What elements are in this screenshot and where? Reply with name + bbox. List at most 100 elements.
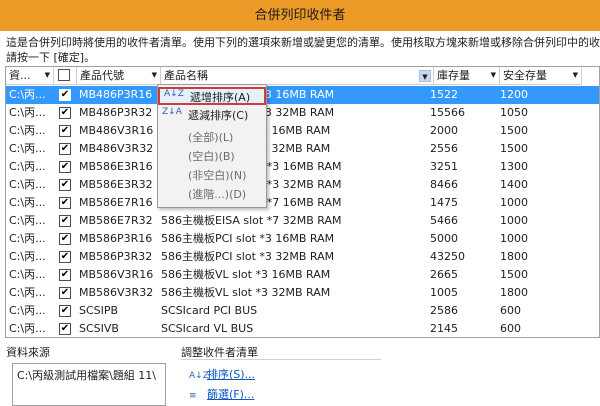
row-safety-cell: 1000 bbox=[500, 196, 528, 209]
table-row[interactable]: C:\丙...✔MB486P3R32486主機板PCI slot *3 32MB… bbox=[6, 104, 599, 122]
table-row[interactable]: C:\丙...✔MB586E3R32586主機板EISA slot *3 32M… bbox=[6, 176, 599, 194]
row-code-cell: SCSIPB bbox=[79, 304, 119, 317]
table-row[interactable]: C:\丙...✔MB586E7R16586主機板EISA slot *7 16M… bbox=[6, 194, 599, 212]
adjust-list-group: 調整收件者清單 A↓Z排序(S)... ≡ 篩選(F)... bbox=[181, 344, 381, 406]
table-row[interactable]: C:\丙... ✔ MB586P3R32 586主機板PCI slot *3 32MB… bbox=[6, 248, 599, 266]
row-code-cell: SCSIVB bbox=[79, 322, 119, 335]
row-checkbox[interactable]: ✔ bbox=[59, 125, 71, 137]
column-header-source-label: 資... bbox=[9, 69, 31, 82]
row-checkbox-cell[interactable]: ✔ bbox=[57, 194, 75, 212]
row-stock-cell: 1005 bbox=[430, 286, 458, 299]
column-header-name[interactable]: 產品名稱 ▼ bbox=[161, 67, 434, 85]
row-source-cell: C:\丙... bbox=[9, 214, 46, 227]
sort-ascending-icon: A↓Z bbox=[164, 89, 184, 99]
row-checkbox-cell[interactable]: ✔ bbox=[57, 104, 75, 122]
chevron-down-icon[interactable]: ▼ bbox=[573, 67, 578, 84]
table-row[interactable]: C:\丙... ✔ SCSIPB SCSIcard PCI BUS 2586 600 bbox=[6, 302, 599, 320]
menu-item-nonblanks[interactable]: (非空白)(N) bbox=[158, 167, 266, 185]
table-row[interactable]: C:\丙... ✔ MB586E7R32 586主機板EISA slot *7 32M… bbox=[6, 212, 599, 230]
chevron-down-icon[interactable]: ▼ bbox=[491, 67, 496, 84]
window-title: 合併列印收件者 bbox=[254, 8, 346, 23]
row-source-cell: C:\丙... bbox=[9, 268, 46, 281]
sort-link[interactable]: A↓Z排序(S)... bbox=[189, 366, 255, 382]
menu-item-sort-descending[interactable]: Z↓A 遞減排序(C) bbox=[158, 107, 266, 125]
column-header-safety-label: 安全存量 bbox=[503, 69, 547, 82]
data-source-item[interactable]: C:\丙級測試用檔案\題組 11\ bbox=[17, 367, 161, 383]
row-source-cell: C:\丙... bbox=[9, 178, 46, 191]
row-safety-cell: 1050 bbox=[500, 106, 528, 119]
row-checkbox[interactable]: ✔ bbox=[59, 161, 71, 173]
row-checkbox[interactable]: ✔ bbox=[59, 89, 71, 101]
table-row[interactable]: C:\丙...✔MB586E3R16586主機板EISA slot *3 16M… bbox=[6, 158, 599, 176]
select-all-checkbox[interactable] bbox=[58, 69, 70, 81]
row-source-cell: C:\丙... bbox=[9, 160, 46, 173]
row-checkbox[interactable]: ✔ bbox=[59, 269, 71, 281]
filter-link[interactable]: ≡ 篩選(F)... bbox=[189, 386, 254, 402]
column-header-checkbox[interactable] bbox=[54, 67, 77, 85]
row-checkbox[interactable]: ✔ bbox=[59, 251, 71, 263]
row-checkbox[interactable]: ✔ bbox=[59, 305, 71, 317]
row-checkbox[interactable]: ✔ bbox=[59, 197, 71, 209]
menu-item-advanced[interactable]: (進階...)(D) bbox=[158, 186, 266, 204]
row-checkbox[interactable]: ✔ bbox=[59, 107, 71, 119]
table-row[interactable]: C:\丙...✔MB486V3R16486主機板VL slot *3 16MB … bbox=[6, 122, 599, 140]
row-checkbox[interactable]: ✔ bbox=[59, 179, 71, 191]
row-checkbox[interactable]: ✔ bbox=[59, 233, 71, 245]
row-checkbox-cell[interactable]: ✔ bbox=[57, 266, 75, 284]
row-checkbox-cell[interactable]: ✔ bbox=[57, 86, 75, 104]
row-code-cell: MB586P3R16 bbox=[79, 232, 153, 245]
row-code-cell: MB586E3R32 bbox=[79, 178, 153, 191]
row-safety-cell: 1800 bbox=[500, 250, 528, 263]
chevron-down-icon[interactable]: ▼ bbox=[45, 67, 50, 84]
row-checkbox[interactable]: ✔ bbox=[59, 143, 71, 155]
row-checkbox-cell[interactable]: ✔ bbox=[57, 302, 75, 320]
row-checkbox-cell[interactable]: ✔ bbox=[57, 176, 75, 194]
row-code-cell: MB486V3R16 bbox=[79, 124, 154, 137]
row-safety-cell: 1400 bbox=[500, 178, 528, 191]
row-code-cell: MB486P3R16 bbox=[79, 88, 153, 101]
data-source-list[interactable]: C:\丙級測試用檔案\題組 11\ bbox=[12, 363, 166, 406]
row-safety-cell: 1800 bbox=[500, 286, 528, 299]
menu-item-sort-ascending[interactable]: A↓Z 遞增排序(A) bbox=[158, 87, 266, 105]
row-checkbox-cell[interactable]: ✔ bbox=[57, 158, 75, 176]
row-checkbox-cell[interactable]: ✔ bbox=[57, 230, 75, 248]
row-checkbox-cell[interactable]: ✔ bbox=[57, 320, 75, 337]
chevron-down-icon[interactable]: ▼ bbox=[419, 70, 431, 82]
row-stock-cell: 3251 bbox=[430, 160, 458, 173]
column-header-stock[interactable]: 庫存量 ▼ bbox=[434, 67, 500, 85]
row-checkbox-cell[interactable]: ✔ bbox=[57, 284, 75, 302]
row-checkbox-cell[interactable]: ✔ bbox=[57, 212, 75, 230]
row-checkbox[interactable]: ✔ bbox=[59, 215, 71, 227]
sort-link-label[interactable]: 排序(S)... bbox=[207, 368, 255, 381]
row-name-cell: SCSIcard VL BUS bbox=[161, 322, 254, 335]
row-name-cell: SCSIcard PCI BUS bbox=[161, 304, 258, 317]
row-checkbox[interactable]: ✔ bbox=[59, 323, 71, 335]
table-row[interactable]: C:\丙... ✔ MB586V3R16 586主機板VL slot *3 16MB … bbox=[6, 266, 599, 284]
row-code-cell: MB586V3R32 bbox=[79, 286, 154, 299]
row-checkbox-cell[interactable]: ✔ bbox=[57, 140, 75, 158]
sort-filter-menu[interactable]: A↓Z 遞增排序(A) Z↓A 遞減排序(C) (全部)(L) (空白)(B) … bbox=[157, 84, 267, 208]
filter-link-label[interactable]: 篩選(F)... bbox=[207, 388, 254, 401]
menu-item-label: (非空白)(N) bbox=[188, 169, 247, 182]
table-row[interactable]: C:\丙... ✔ SCSIVB SCSIcard VL BUS 2145 600 bbox=[6, 320, 599, 337]
column-header-code[interactable]: 產品代號 ▼ bbox=[77, 67, 161, 85]
row-checkbox[interactable]: ✔ bbox=[59, 287, 71, 299]
row-checkbox-cell[interactable]: ✔ bbox=[57, 122, 75, 140]
menu-item-blanks[interactable]: (空白)(B) bbox=[158, 148, 266, 166]
row-safety-cell: 1200 bbox=[500, 88, 528, 101]
table-row[interactable]: C:\丙... ✔ MB586V3R32 586主機板VL slot *3 32MB … bbox=[6, 284, 599, 302]
row-name-cell: 586主機板VL slot *3 16MB RAM bbox=[161, 268, 331, 281]
menu-item-all[interactable]: (全部)(L) bbox=[158, 129, 266, 147]
column-header-safety[interactable]: 安全存量 ▼ bbox=[500, 67, 582, 85]
title-bar: 合併列印收件者 bbox=[0, 0, 600, 31]
column-header-source[interactable]: 資... ▼ bbox=[6, 67, 54, 85]
row-stock-cell: 2556 bbox=[430, 142, 458, 155]
chevron-down-icon[interactable]: ▼ bbox=[152, 67, 157, 84]
row-checkbox-cell[interactable]: ✔ bbox=[57, 248, 75, 266]
table-row[interactable]: C:\丙...✔MB486P3R16486主機板PCI slot *3 16MB… bbox=[6, 86, 599, 104]
menu-item-label: (空白)(B) bbox=[188, 150, 235, 163]
row-stock-cell: 43250 bbox=[430, 250, 465, 263]
table-row[interactable]: C:\丙... ✔ MB586P3R16 586主機板PCI slot *3 16MB… bbox=[6, 230, 599, 248]
table-row[interactable]: C:\丙...✔MB486V3R32486主機板VL slot *3 32MB … bbox=[6, 140, 599, 158]
recipient-grid[interactable]: 資... ▼ 產品代號 ▼ 產品名稱 ▼ 庫存量 ▼ 安全存量 ▼ C:\丙..… bbox=[5, 66, 600, 338]
